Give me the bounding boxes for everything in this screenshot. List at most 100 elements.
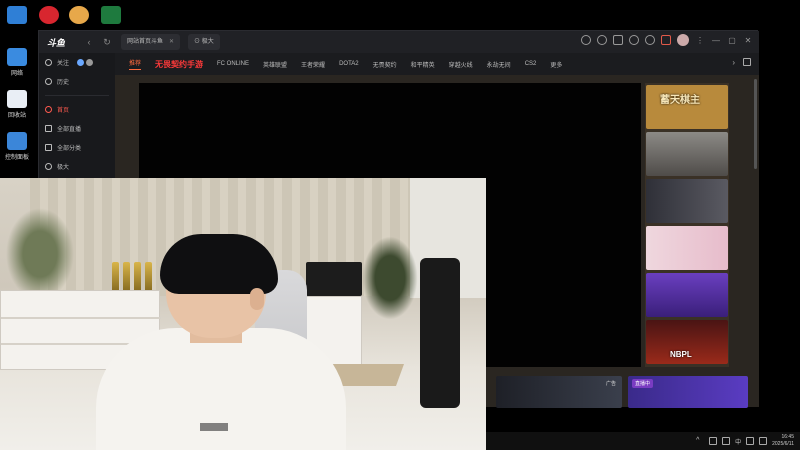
sidebar-item-label: 首页	[57, 108, 70, 114]
heart-icon	[45, 59, 52, 66]
desktop-icon-excel[interactable]	[98, 6, 124, 24]
desktop-icon-app-red[interactable]	[36, 6, 62, 24]
thumbnail-item[interactable]	[646, 273, 728, 317]
control-panel-icon	[7, 132, 27, 150]
back-button[interactable]: ‹	[83, 36, 95, 48]
recommend-card[interactable]: 广告	[496, 376, 622, 408]
category-pubg-mobile[interactable]: 和平精英	[411, 60, 435, 69]
menu-icon[interactable]: ⋮	[695, 36, 705, 45]
system-tray: ^ 中 16:45 2025/6/11	[696, 434, 794, 448]
settings-icon[interactable]	[645, 35, 655, 45]
volume-icon[interactable]	[722, 437, 731, 445]
category-dota2[interactable]: DOTA2	[339, 61, 359, 67]
trophies	[112, 258, 152, 290]
category-valorant-mobile[interactable]: 无畏契约手游	[155, 59, 203, 70]
network-icon[interactable]	[709, 437, 718, 445]
compass-icon	[45, 163, 52, 170]
speaker	[420, 258, 460, 408]
grid-icon	[45, 144, 52, 151]
close-button[interactable]: ✕	[743, 36, 753, 45]
desktop-icon-computer[interactable]	[4, 6, 30, 26]
sidebar-item-label: 历史	[57, 80, 70, 86]
monitor	[306, 262, 362, 296]
featured-thumbnails: 蓄天棋主 NBPL	[645, 83, 729, 367]
title-bar: 斗鱼 ‹ ↻ 网站首页斗鱼 ✕ ⊙ 极大 ⋮ — ▢ ✕	[39, 31, 759, 53]
thumbnail-item[interactable]: NBPL	[646, 320, 728, 364]
logo-text: 斗鱼	[47, 37, 66, 48]
taskbar: ^ 中 16:45 2025/6/11	[486, 432, 800, 450]
sidebar-divider	[45, 95, 109, 96]
clock-time: 16:45	[781, 434, 794, 440]
chat-icon[interactable]	[629, 35, 639, 45]
desktop-icon-label: 网络	[10, 71, 23, 77]
category-valorant[interactable]: 无畏契约	[373, 60, 397, 69]
message-icon[interactable]	[613, 35, 623, 45]
desktop-icon-control-panel[interactable]: 控制面板	[4, 132, 30, 161]
thumbnail-item[interactable]	[646, 226, 728, 270]
input-method-indicator[interactable]: 中	[735, 437, 741, 446]
category-lol[interactable]: 英雄联盟	[263, 60, 287, 69]
clock[interactable]: 16:45 2025/6/11	[772, 434, 794, 448]
recycle-bin-icon	[7, 90, 27, 108]
sidebar-item-all-live[interactable]: 全部直播	[39, 119, 115, 138]
category-bar: 推荐 无畏契约手游 FC ONLINE 英雄联盟 王者荣耀 DOTA2 无畏契约…	[115, 53, 759, 75]
category-crossfire[interactable]: 穿越火线	[449, 60, 473, 69]
sidebar-item-label: 全部直播	[57, 127, 82, 133]
sidebar-item-label: 全部分类	[57, 146, 82, 152]
recommendation-strip: 广告 直播中	[486, 376, 750, 408]
computer-icon	[7, 6, 27, 24]
thumbnail-item[interactable]	[646, 179, 728, 223]
excel-icon	[101, 6, 121, 24]
category-naraka[interactable]: 永劫无间	[487, 60, 511, 69]
desktop: 网络 回收站 控制面板 斗鱼 ‹ ↻ 网站首页斗鱼 ✕ ⊙ 极大 ⋮ — ▢ ✕…	[0, 0, 800, 450]
gift-icon[interactable]	[661, 35, 671, 45]
douyu-logo[interactable]: 斗鱼	[47, 35, 77, 49]
category-honor-of-kings[interactable]: 王者荣耀	[301, 60, 325, 69]
person-ear	[250, 288, 264, 310]
plant-right	[360, 233, 420, 323]
ad-tag: 广告	[605, 381, 616, 387]
category-fc-online[interactable]: FC ONLINE	[217, 61, 249, 67]
desktop-icon-label: 回收站	[7, 113, 26, 119]
live-badge: 直播中	[632, 379, 654, 388]
scrollbar[interactable]	[754, 79, 757, 169]
chevron-up-icon[interactable]: ^	[696, 437, 704, 445]
avatar[interactable]	[677, 34, 689, 46]
chevron-right-icon[interactable]: ›	[732, 58, 735, 67]
category-cs2[interactable]: CS2	[525, 61, 537, 67]
plant-left	[0, 200, 80, 290]
desktop-icon-recycle-bin[interactable]: 回收站	[4, 90, 30, 119]
minimize-button[interactable]: —	[711, 36, 721, 45]
desktop-icon-network[interactable]: 网络	[4, 48, 30, 77]
thumbnail-item[interactable]: 蓄天棋主	[646, 85, 728, 129]
category-recommend[interactable]: 推荐	[129, 58, 142, 70]
shirt-logo	[200, 423, 228, 431]
person-hair	[160, 234, 278, 294]
display-icon[interactable]	[759, 437, 768, 445]
sidebar-item-all-categories[interactable]: 全部分类	[39, 138, 115, 157]
app-character-icon	[69, 6, 89, 24]
refresh-button[interactable]: ↻	[101, 36, 113, 48]
title-bar-actions: ⋮ — ▢ ✕	[581, 34, 753, 46]
sidebar-item-jida[interactable]: 极大	[39, 157, 115, 176]
clock-icon[interactable]	[581, 35, 591, 45]
close-tab-icon[interactable]: ✕	[169, 34, 174, 50]
home-icon	[45, 106, 52, 113]
sidebar-item-history[interactable]: 历史	[39, 72, 115, 91]
category-more[interactable]: 更多	[550, 60, 562, 69]
edit-icon[interactable]	[743, 58, 751, 66]
history-icon	[45, 78, 52, 85]
followed-avatars	[77, 59, 94, 66]
thumbnail-title: NBPL	[670, 350, 692, 359]
desktop-icon-app-character[interactable]	[66, 6, 92, 24]
thumbnail-title: 蓄天棋主	[660, 95, 700, 106]
tab-jida[interactable]: ⊙ 极大	[188, 34, 220, 50]
recommend-card[interactable]: 直播中	[628, 376, 748, 408]
maximize-button[interactable]: ▢	[727, 36, 737, 45]
heart-icon[interactable]	[597, 35, 607, 45]
app-tray-icon[interactable]	[746, 437, 755, 445]
thumbnail-item[interactable]	[646, 132, 728, 176]
sidebar-item-home[interactable]: 首页	[39, 100, 115, 119]
sidebar-item-follow[interactable]: 关注	[39, 53, 115, 72]
tab-home[interactable]: 网站首页斗鱼 ✕	[121, 34, 181, 50]
